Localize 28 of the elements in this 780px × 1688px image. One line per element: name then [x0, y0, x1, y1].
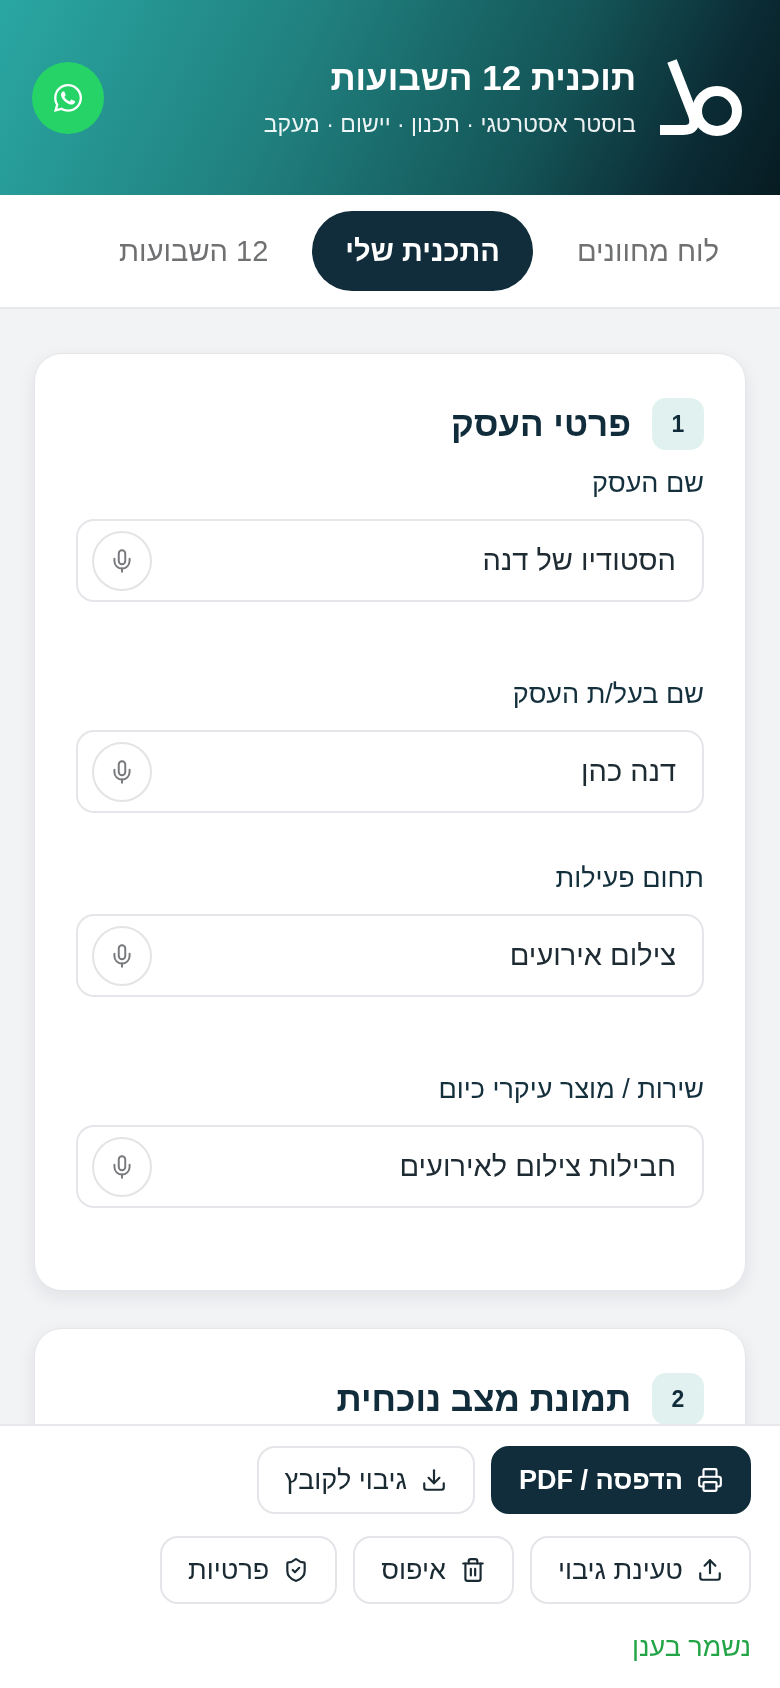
text-field[interactable]: הסטודיו של דנה — [76, 519, 704, 602]
tab[interactable]: לוח מחוונים — [543, 211, 752, 291]
section-title: פרטי העסק — [451, 403, 631, 445]
text-field[interactable]: חבילות צילום לאירועים — [76, 1125, 704, 1208]
text-field[interactable]: דנה כהן — [76, 730, 704, 813]
section-number: 1 — [652, 398, 704, 450]
field-label: שם בעל/ת העסק — [511, 679, 704, 709]
upload-button[interactable]: טעינת גיבוי — [529, 1536, 751, 1604]
privacy-button[interactable]: פרטיות — [160, 1536, 338, 1604]
printer-icon — [697, 1467, 723, 1493]
section-title: תמונת מצב נוכחית — [336, 1378, 631, 1420]
trash-icon — [459, 1557, 486, 1583]
field-label: שם העסק — [591, 468, 704, 498]
app-subtitle: בוסטר אסטרטגי · תכנון · יישום · מעקב — [262, 109, 636, 138]
field-label: תחום פעילות — [554, 863, 704, 893]
download-icon — [420, 1467, 447, 1493]
tab[interactable]: התכנית שלי — [312, 211, 533, 291]
field-label: שירות / מוצר עיקרי כיום — [437, 1074, 704, 1104]
print-button[interactable]: הדפסה / PDF — [490, 1446, 751, 1514]
reset-button[interactable]: איפוס — [353, 1536, 514, 1604]
save-status: נשמר בענן — [631, 1632, 751, 1662]
phone-bubble-icon — [52, 81, 84, 114]
section-number: 2 — [652, 1373, 704, 1424]
upload-icon — [697, 1557, 723, 1583]
app-title: תוכנית 12 השבועות — [329, 57, 636, 98]
text-field[interactable]: צילום אירועים — [76, 914, 704, 997]
download-button[interactable]: גיבוי לקובץ — [256, 1446, 475, 1514]
tab[interactable]: 12 השבועות — [86, 211, 302, 291]
